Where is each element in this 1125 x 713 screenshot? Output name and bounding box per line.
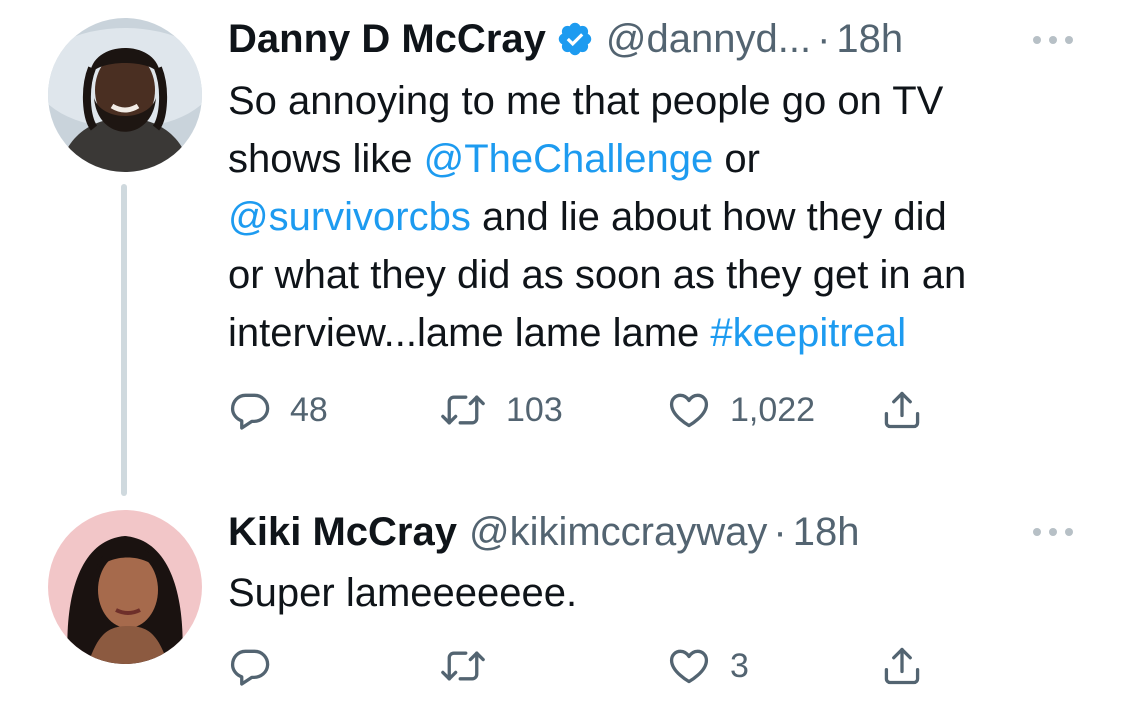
avatar[interactable] <box>48 18 202 172</box>
retweet-count: 103 <box>506 390 563 429</box>
avatar-image <box>48 510 202 664</box>
like-button[interactable]: 1,022 <box>666 386 815 434</box>
tweet-text-line: interview...lame lame lame #keepitreal <box>228 304 1088 362</box>
separator-dot: · <box>773 510 787 554</box>
tweet-text-line: or what they did as soon as they get in … <box>228 246 1088 304</box>
reply-button[interactable] <box>228 642 290 690</box>
reply-icon <box>230 393 270 430</box>
share-icon <box>884 647 920 685</box>
text-segment: shows like <box>228 137 424 181</box>
heart-icon <box>669 649 709 684</box>
avatar-image <box>48 18 202 172</box>
tweet-actions: 48 103 1,022 <box>228 386 948 434</box>
more-options-icon[interactable] <box>1033 34 1073 46</box>
text-segment: interview...lame lame lame <box>228 311 711 355</box>
more-options-icon[interactable] <box>1033 526 1073 538</box>
text-segment: Super lameeeeeee. <box>228 571 578 615</box>
hashtag-link[interactable]: #keepitreal <box>710 311 906 355</box>
text-segment: and lie about how they did <box>470 195 947 239</box>
display-name[interactable]: Kiki McCray <box>228 509 457 555</box>
tweet-text: So annoying to me that people go on TV s… <box>228 72 1088 362</box>
reply-button[interactable]: 48 <box>228 386 328 434</box>
verified-badge-icon <box>556 20 594 58</box>
tweet[interactable]: Danny D McCray @dannyd... · 18h So annoy… <box>0 0 1125 500</box>
tweet-text-line: @survivorcbs and lie about how they did <box>228 188 1088 246</box>
retweet-icon <box>441 651 485 681</box>
handle[interactable]: @kikimccrayway <box>469 509 767 555</box>
share-icon <box>884 391 920 429</box>
reply-count: 48 <box>290 390 328 429</box>
tweet[interactable]: Kiki McCray @kikimccrayway · 18h Super l… <box>0 500 1125 713</box>
text-segment: or what they did as soon as they get in … <box>228 253 967 297</box>
retweet-button[interactable] <box>438 642 506 690</box>
share-button[interactable] <box>880 642 924 690</box>
tweet-header: Kiki McCray @kikimccrayway · 18h <box>228 509 859 555</box>
tweet-actions: 3 <box>228 642 948 690</box>
tweet-text: Super lameeeeeee. <box>228 564 1088 622</box>
retweet-button[interactable]: 103 <box>438 386 563 434</box>
reply-icon <box>230 649 270 686</box>
handle[interactable]: @dannyd... <box>606 16 811 62</box>
text-segment: or <box>713 137 760 181</box>
tweet-header: Danny D McCray @dannyd... · 18h <box>228 16 903 62</box>
tweet-text-line: shows like @TheChallenge or <box>228 130 1088 188</box>
tweet-thread: Danny D McCray @dannyd... · 18h So annoy… <box>0 0 1125 713</box>
separator-dot: · <box>817 17 831 61</box>
mention-link[interactable]: @survivorcbs <box>228 195 471 239</box>
share-button[interactable] <box>880 386 924 434</box>
like-button[interactable]: 3 <box>666 642 749 690</box>
like-count: 1,022 <box>730 390 816 429</box>
thread-connector-line <box>121 184 127 496</box>
timestamp[interactable]: 18h <box>793 509 860 555</box>
like-count: 3 <box>730 646 749 685</box>
tweet-text-line: So annoying to me that people go on TV <box>228 72 1088 130</box>
avatar[interactable] <box>48 510 202 664</box>
timestamp[interactable]: 18h <box>836 16 903 62</box>
mention-link[interactable]: @TheChallenge <box>424 137 714 181</box>
display-name[interactable]: Danny D McCray <box>228 16 546 62</box>
heart-icon <box>669 393 709 428</box>
retweet-icon <box>441 395 485 425</box>
tweet-text-line: Super lameeeeeee. <box>228 564 1088 622</box>
text-segment: So annoying to me that people go on TV <box>228 79 944 123</box>
